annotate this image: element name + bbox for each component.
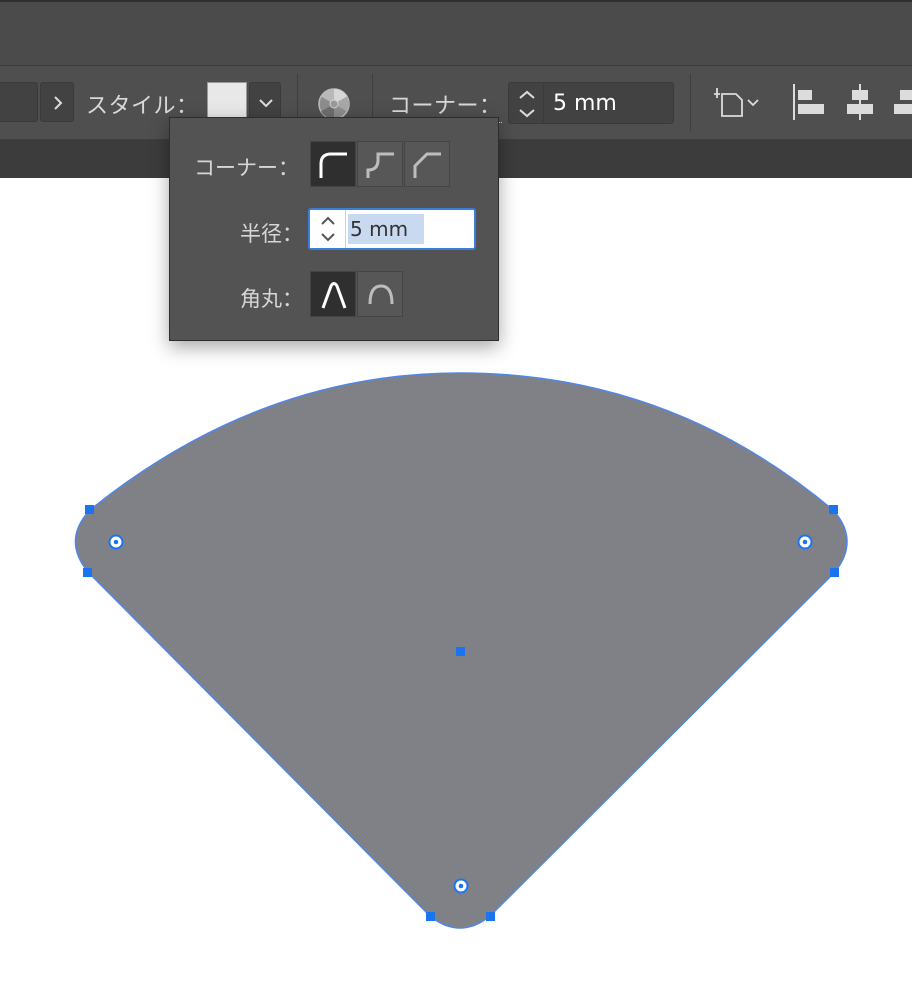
style-swatch[interactable] (207, 82, 247, 122)
rounding-relative-icon (368, 284, 394, 305)
align-horizontal-center-icon[interactable] (842, 82, 878, 122)
corner-inverted-round-button[interactable] (357, 141, 403, 187)
previous-field[interactable] (0, 82, 38, 122)
live-corner-widget[interactable] (453, 878, 469, 894)
corner-round-button[interactable] (310, 141, 356, 187)
corner-radius-value[interactable]: 5 mm (553, 91, 617, 116)
corner-chamfer-button[interactable] (404, 141, 450, 187)
align-left-icon[interactable] (790, 82, 826, 122)
live-corner-widget[interactable] (797, 534, 813, 550)
style-dropdown-button[interactable] (249, 82, 281, 122)
popup-radius-label: 半径： (240, 222, 303, 246)
rounding-relative-button[interactable] (357, 271, 403, 317)
anchor-point[interactable] (830, 568, 839, 577)
control-divider (690, 74, 691, 132)
popup-corner-label: コーナー： (194, 156, 299, 180)
corner-chamfer-icon (413, 152, 441, 178)
illustrator-app: スタイル： コーナー： 5 mm コーナー： 半径： 5 mm 角丸： (0, 0, 912, 986)
live-corner-widget[interactable] (108, 534, 124, 550)
corner-radius-field[interactable]: 5 mm (508, 82, 674, 124)
radius-field[interactable] (308, 208, 476, 250)
stepper-icon[interactable] (513, 87, 541, 121)
popup-rounding-label: 角丸： (240, 287, 303, 311)
next-button[interactable] (40, 82, 74, 122)
anchor-point[interactable] (83, 568, 92, 577)
anchor-point[interactable] (85, 505, 94, 514)
align-right-icon[interactable] (894, 82, 912, 122)
style-label: スタイル： (86, 94, 199, 119)
corner-inverted-round-icon (366, 152, 394, 178)
application-title-bar (0, 0, 912, 66)
rounding-absolute-icon (321, 282, 347, 309)
transform-icon[interactable] (710, 86, 766, 120)
center-point (456, 647, 465, 656)
stepper-icon (321, 216, 335, 242)
rounding-absolute-button[interactable] (310, 271, 356, 317)
corner-options-popup: コーナー： 半径： 角 (169, 117, 499, 341)
anchor-point[interactable] (426, 912, 435, 921)
corner-round-icon (319, 152, 347, 178)
chevron-down-icon (259, 99, 273, 108)
chevron-right-icon (54, 96, 63, 110)
radius-stepper[interactable] (310, 210, 346, 248)
anchor-point[interactable] (486, 912, 495, 921)
title-bar-top-line (0, 0, 912, 2)
anchor-point[interactable] (829, 505, 838, 514)
radius-input[interactable] (348, 214, 468, 244)
stepper-divider (543, 83, 544, 123)
